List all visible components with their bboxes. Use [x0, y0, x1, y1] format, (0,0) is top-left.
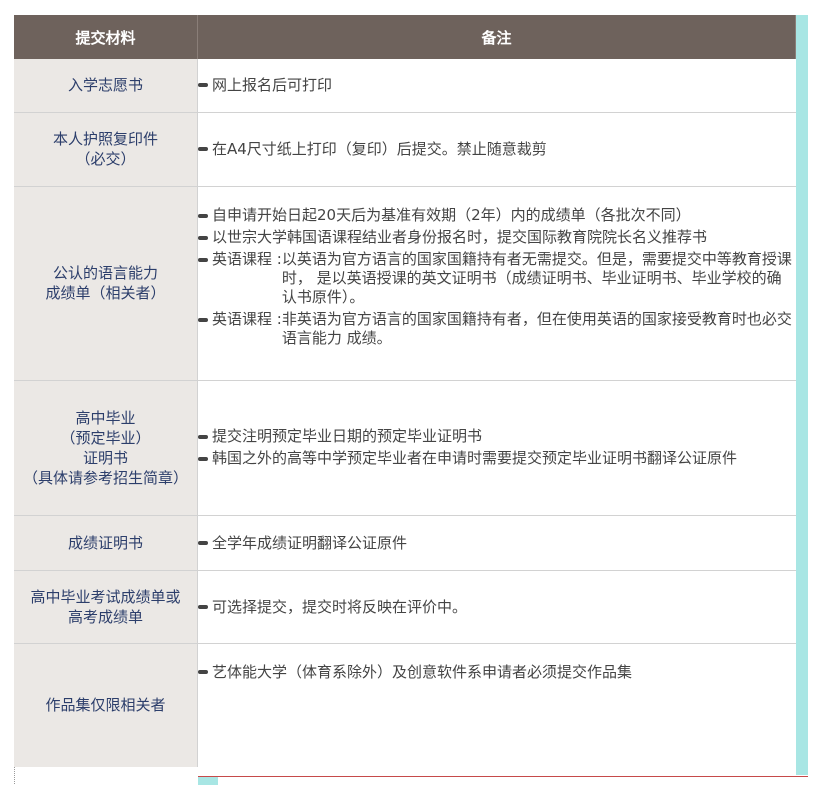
- header-remarks: 备注: [197, 15, 796, 59]
- row-label: 高中毕业考试成绩单或 高考成绩单: [14, 570, 198, 644]
- row-notes: 在A4尺寸纸上打印（复印）后提交。禁止随意裁剪: [197, 112, 796, 187]
- note-item: 全学年成绩证明翻译公证原件: [198, 532, 796, 554]
- dash-bullet-icon: [198, 457, 208, 461]
- label-line: 证明书: [82, 448, 128, 467]
- row-notes: 全学年成绩证明翻译公证原件: [197, 515, 796, 571]
- note-item: 艺体能大学（体育系除外）及创意软件系申请者必须提交作品集: [198, 661, 796, 683]
- dash-bullet-icon: [198, 540, 208, 545]
- dash-bullet-icon: [198, 147, 208, 151]
- dash-bullet-icon: [198, 235, 208, 240]
- label-line: 高考成绩单: [67, 607, 143, 626]
- dash-bullet-icon: [198, 257, 208, 262]
- scrollbar-accent: [796, 15, 808, 775]
- row-label: 入学志愿书: [14, 59, 198, 113]
- note-item: 提交注明预定毕业日期的预定毕业证明书: [198, 427, 796, 446]
- bottom-edge: [198, 773, 808, 785]
- table-row: 高中毕业 （预定毕业） 证明书 （具体请参考招生简章） 提交注明预定毕业日期的预…: [14, 380, 796, 516]
- label-line: 公认的语言能力: [52, 264, 158, 282]
- label-line: 成绩单（相关者）: [45, 284, 166, 302]
- table-row: 高中毕业考试成绩单或 高考成绩单 可选择提交，提交时将反映在评价中。: [14, 570, 796, 644]
- materials-table: 提交材料 备注 入学志愿书 网上报名后可打印 本人护照复印件 （必交） 在A4尺…: [14, 15, 796, 767]
- table-header-row: 提交材料 备注: [14, 15, 796, 59]
- row-notes: 艺体能大学（体育系除外）及创意软件系申请者必须提交作品集: [197, 643, 796, 767]
- dash-bullet-icon: [198, 213, 208, 218]
- note-item: 网上报名后可打印: [198, 74, 796, 96]
- row-label: 公认的语言能力 成绩单（相关者）: [14, 186, 198, 381]
- row-notes: 提交注明预定毕业日期的预定毕业证明书 韩国之外的高等中学预定毕业者在申请时需要提…: [197, 380, 796, 516]
- dash-bullet-icon: [198, 317, 208, 322]
- row-notes: 可选择提交，提交时将反映在评价中。: [197, 570, 796, 644]
- table-row: 作品集仅限相关者 艺体能大学（体育系除外）及创意软件系申请者必须提交作品集: [14, 643, 796, 767]
- label-line: 入学志愿书: [67, 76, 143, 95]
- row-label: 作品集仅限相关者: [14, 643, 198, 767]
- label-line: 本人护照复印件: [52, 130, 158, 148]
- note-item: 在A4尺寸纸上打印（复印）后提交。禁止随意裁剪: [198, 138, 796, 160]
- row-label: 成绩证明书: [14, 515, 198, 571]
- table-row: 公认的语言能力 成绩单（相关者） 自申请开始日起20天后为基准有效期（2年）内的…: [14, 186, 796, 381]
- table-row: 成绩证明书 全学年成绩证明翻译公证原件: [14, 515, 796, 571]
- note-item: 韩国之外的高等中学预定毕业者在申请时需要提交预定毕业证明书翻译公证原件: [198, 449, 796, 468]
- label-line: （预定毕业）: [60, 428, 151, 447]
- table-row: 本人护照复印件 （必交） 在A4尺寸纸上打印（复印）后提交。禁止随意裁剪: [14, 112, 796, 187]
- label-line: 高中毕业考试成绩单或: [30, 587, 181, 606]
- note-item: 可选择提交，提交时将反映在评价中。: [198, 596, 796, 618]
- row-label: 本人护照复印件 （必交）: [14, 112, 198, 187]
- label-line: 高中毕业: [75, 408, 136, 427]
- note-item: 英语课程 : 以英语为官方语言的国家国籍持有者无需提交。但是，需要提交中等教育授…: [198, 250, 796, 307]
- dash-bullet-icon: [198, 435, 208, 439]
- edge-line: [218, 776, 808, 777]
- label-line: （必交）: [75, 150, 136, 168]
- header-materials: 提交材料: [14, 15, 198, 59]
- row-notes: 网上报名后可打印: [197, 59, 796, 113]
- label-line: （具体请参考招生简章）: [22, 468, 188, 487]
- dash-bullet-icon: [198, 83, 208, 88]
- dash-bullet-icon: [198, 669, 208, 674]
- note-item: 以世宗大学韩国语课程结业者身份报名时，提交国际教育院院长名义推荐书: [198, 228, 796, 247]
- label-line: 作品集仅限相关者: [45, 696, 166, 715]
- label-line: 成绩证明书: [67, 533, 143, 552]
- note-item: 自申请开始日起20天后为基准有效期（2年）内的成绩单（各批次不同）: [198, 206, 796, 225]
- table-row: 入学志愿书 网上报名后可打印: [14, 59, 796, 113]
- row-label: 高中毕业 （预定毕业） 证明书 （具体请参考招生简章）: [14, 380, 198, 516]
- note-item: 英语课程 : 非英语为官方语言的国家国籍持有者，但在使用英语的国家接受教育时也必…: [198, 310, 796, 348]
- row-notes: 自申请开始日起20天后为基准有效期（2年）内的成绩单（各批次不同） 以世宗大学韩…: [197, 186, 796, 381]
- dash-bullet-icon: [198, 604, 208, 609]
